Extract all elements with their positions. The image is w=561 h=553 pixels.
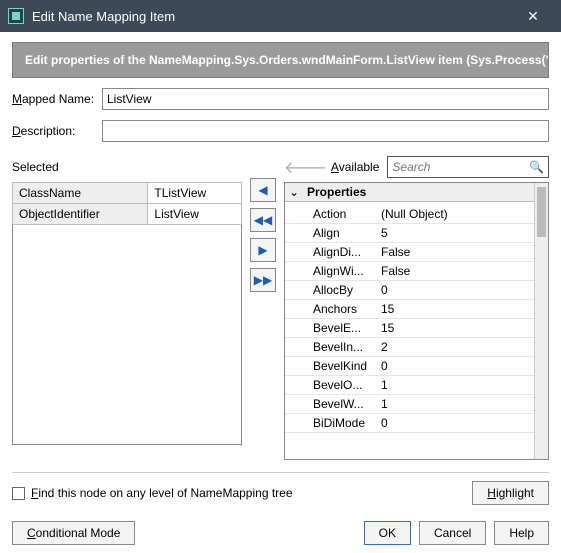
window-title: Edit Name Mapping Item xyxy=(32,9,513,24)
table-row[interactable]: ClassNameTListView xyxy=(13,183,242,204)
options-row: Find this node on any level of NameMappi… xyxy=(12,481,549,505)
find-node-checkbox[interactable] xyxy=(12,487,25,500)
help-button[interactable]: Help xyxy=(494,521,549,545)
tree-row[interactable]: BevelO...1 xyxy=(285,376,534,395)
selected-key: ClassName xyxy=(13,183,148,204)
description-row: Description: xyxy=(12,120,549,142)
selected-value[interactable]: ListView xyxy=(148,204,242,225)
move-right-button[interactable]: ▶ xyxy=(250,238,276,262)
property-value: 1 xyxy=(377,395,534,413)
tree-row[interactable]: BevelW...1 xyxy=(285,395,534,414)
available-panel: 🡐 Available Search 🔍 ⌄ Properties Action… xyxy=(284,156,549,460)
move-all-right-button[interactable]: ▶▶ xyxy=(250,268,276,292)
selected-label: Selected xyxy=(12,160,59,174)
property-value: (Null Object) xyxy=(377,205,534,223)
back-arrow-icon[interactable]: 🡐 xyxy=(284,157,327,178)
tree-twisty-icon[interactable]: ⌄ xyxy=(285,183,303,201)
mapped-name-row: Mapped Name: xyxy=(12,88,549,110)
move-all-left-button[interactable]: ◀◀ xyxy=(250,208,276,232)
property-name: AlignDi... xyxy=(285,243,377,261)
app-icon xyxy=(8,8,24,24)
search-icon[interactable]: 🔍 xyxy=(529,160,544,174)
move-buttons: ◀ ◀◀ ▶ ▶▶ xyxy=(248,156,278,292)
tree-row[interactable]: AllocBy0 xyxy=(285,281,534,300)
tree-scrollbar[interactable] xyxy=(534,183,548,459)
dialog-content: Edit properties of the NameMapping.Sys.O… xyxy=(0,32,561,553)
property-value: 5 xyxy=(377,224,534,242)
find-node-label: Find this node on any level of NameMappi… xyxy=(31,486,293,500)
tree-row[interactable]: AlignDi...False xyxy=(285,243,534,262)
property-value: False xyxy=(377,262,534,280)
selected-grid-filler xyxy=(12,225,242,445)
property-name: BevelW... xyxy=(285,395,377,413)
mapped-name-input[interactable] xyxy=(102,88,549,110)
tree-row[interactable]: BevelKind0 xyxy=(285,357,534,376)
properties-tree[interactable]: ⌄ Properties Action(Null Object)Align5Al… xyxy=(284,182,549,460)
search-input[interactable]: Search 🔍 xyxy=(387,156,549,178)
properties-root-label: Properties xyxy=(303,183,548,201)
property-value: 2 xyxy=(377,338,534,356)
available-label: Available xyxy=(331,160,380,174)
selected-value[interactable]: TListView xyxy=(148,183,242,204)
tree-row[interactable]: Align5 xyxy=(285,224,534,243)
property-name: BevelIn... xyxy=(285,338,377,356)
property-name: AllocBy xyxy=(285,281,377,299)
property-value: 0 xyxy=(377,281,534,299)
property-value: 0 xyxy=(377,357,534,375)
tree-row[interactable]: Anchors15 xyxy=(285,300,534,319)
mapped-name-label: Mapped Name: xyxy=(12,92,102,106)
property-name: AlignWi... xyxy=(285,262,377,280)
selected-key: ObjectIdentifier xyxy=(13,204,148,225)
scrollbar-thumb[interactable] xyxy=(537,187,546,237)
property-value: 15 xyxy=(377,319,534,337)
tree-row[interactable]: BevelIn...2 xyxy=(285,338,534,357)
property-name: BevelKind xyxy=(285,357,377,375)
property-name: BevelE... xyxy=(285,319,377,337)
tree-row[interactable]: BiDiMode0 xyxy=(285,414,534,433)
property-name: BevelO... xyxy=(285,376,377,394)
property-name: Action xyxy=(285,205,377,223)
property-name: Anchors xyxy=(285,300,377,318)
tree-row[interactable]: Action(Null Object) xyxy=(285,205,534,224)
banner: Edit properties of the NameMapping.Sys.O… xyxy=(12,42,549,78)
tree-row[interactable]: BevelE...15 xyxy=(285,319,534,338)
property-name: Align xyxy=(285,224,377,242)
table-row[interactable]: ObjectIdentifierListView xyxy=(13,204,242,225)
titlebar: Edit Name Mapping Item ✕ xyxy=(0,0,561,32)
tree-row[interactable]: AlignWi...False xyxy=(285,262,534,281)
ok-button[interactable]: OK xyxy=(364,521,411,545)
properties-root[interactable]: ⌄ Properties xyxy=(285,183,548,202)
search-placeholder: Search xyxy=(392,160,529,174)
property-value: 0 xyxy=(377,414,534,432)
property-name: BiDiMode xyxy=(285,414,377,432)
separator xyxy=(12,472,549,473)
cancel-button[interactable]: Cancel xyxy=(419,521,486,545)
property-value: False xyxy=(377,243,534,261)
description-input[interactable] xyxy=(102,120,549,142)
selected-grid[interactable]: ClassNameTListViewObjectIdentifierListVi… xyxy=(12,182,242,225)
footer: Conditional Mode OK Cancel Help xyxy=(12,521,549,545)
property-value: 15 xyxy=(377,300,534,318)
conditional-mode-button[interactable]: Conditional Mode xyxy=(12,521,135,545)
close-button[interactable]: ✕ xyxy=(513,0,553,32)
selected-panel: Selected ClassNameTListViewObjectIdentif… xyxy=(12,156,242,445)
highlight-button[interactable]: Highlight xyxy=(472,481,549,505)
description-label: Description: xyxy=(12,124,102,138)
move-left-button[interactable]: ◀ xyxy=(250,178,276,202)
property-value: 1 xyxy=(377,376,534,394)
